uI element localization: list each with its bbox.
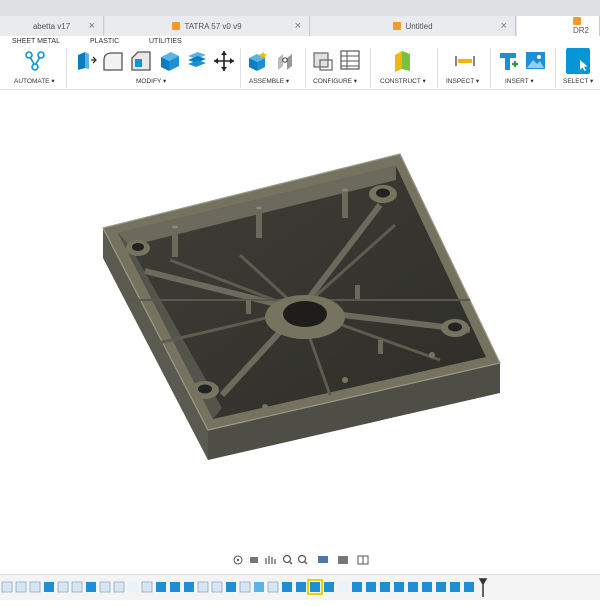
timeline-extrude-feature[interactable] [366, 582, 376, 592]
timeline-extrude-feature[interactable] [226, 582, 236, 592]
chamfer-icon[interactable] [130, 50, 152, 72]
timeline-extrude-feature[interactable] [436, 582, 446, 592]
tab-label: abetta v17 [32, 21, 71, 31]
timeline-sketch-feature[interactable] [99, 581, 111, 593]
timeline-extrude-feature[interactable] [86, 582, 96, 592]
automate-menu[interactable]: AUTOMATE ▾ [14, 77, 55, 85]
tab-label: TATRA 57 v0 v9 [184, 21, 242, 31]
automate-icon[interactable] [24, 50, 46, 72]
timeline-extrude-feature[interactable] [352, 582, 362, 592]
close-icon[interactable]: × [295, 20, 301, 32]
document-tab-3[interactable]: Untitled × [311, 16, 516, 36]
timeline-extrude-feature[interactable] [156, 582, 166, 592]
design-file-icon [172, 21, 181, 30]
timeline-extrude-feature[interactable] [394, 582, 404, 592]
timeline-extrude-feature[interactable] [184, 582, 194, 592]
move-icon[interactable] [213, 50, 235, 72]
tab-label: Untitled [405, 21, 433, 31]
timeline-extrude-feature[interactable] [310, 582, 320, 592]
subtab-utilities[interactable]: UTILITIES [149, 38, 182, 45]
timeline-sketch-feature[interactable] [15, 581, 27, 593]
subtab-sheet-metal[interactable]: SHEET METAL [12, 38, 60, 45]
viewports-icon[interactable] [357, 555, 369, 565]
zoom-icon[interactable] [282, 554, 293, 565]
timeline-sketch-feature[interactable] [71, 581, 83, 593]
look-at-icon[interactable] [250, 557, 258, 563]
zoom-window-icon[interactable] [297, 554, 308, 565]
close-icon[interactable]: × [89, 20, 95, 32]
timeline-sketch-feature[interactable] [113, 581, 125, 593]
construct-menu[interactable]: CONSTRUCT ▾ [380, 77, 426, 85]
timeline-extrude-feature[interactable] [170, 582, 180, 592]
select-menu[interactable]: SELECT ▾ [563, 77, 593, 85]
timeline-extrude-feature[interactable] [464, 582, 474, 592]
document-tab-bar: abetta v17 × TATRA 57 v0 v9 × Untitled ×… [0, 0, 600, 36]
press-pull-icon[interactable] [76, 51, 98, 71]
shell-icon[interactable] [158, 49, 180, 73]
timeline-sketch-feature[interactable] [57, 581, 69, 593]
timeline-extrude-feature[interactable] [450, 582, 460, 592]
timeline-extrude-feature[interactable] [380, 582, 390, 592]
timeline-extrude-feature[interactable] [408, 582, 418, 592]
pan-hand-icon[interactable] [265, 556, 276, 564]
timeline-move-feature[interactable] [338, 582, 348, 592]
orbit-icon[interactable] [233, 555, 243, 565]
timeline-sketch-feature[interactable] [267, 581, 279, 593]
fillet-icon[interactable] [102, 50, 124, 72]
offset-plane-icon[interactable] [392, 49, 414, 73]
canvas-viewport[interactable] [0, 91, 600, 571]
cursor-arrow-icon [580, 60, 588, 71]
tab-label: DR2 [573, 26, 590, 35]
timeline-sketch-feature[interactable] [1, 581, 13, 593]
insert-menu[interactable]: INSERT ▾ [505, 77, 534, 85]
timeline-sketch-feature[interactable] [211, 581, 223, 593]
timeline-extrude-feature[interactable] [282, 582, 292, 592]
timeline-extrude-feature[interactable] [44, 582, 54, 592]
document-tab-4[interactable]: DR2 [517, 16, 600, 36]
document-tab-2[interactable]: TATRA 57 v0 v9 × [105, 16, 310, 36]
configure-menu[interactable]: CONFIGURE ▾ [313, 77, 357, 85]
assemble-menu[interactable]: ASSEMBLE ▾ [249, 77, 289, 85]
inspect-menu[interactable]: INSPECT ▾ [446, 77, 479, 85]
timeline-sketch-feature[interactable] [29, 581, 41, 593]
select-tool-button[interactable] [566, 48, 590, 74]
ribbon-toolbar: SHEET METAL PLASTIC UTILITIES AUTOMATE ▾… [0, 36, 600, 90]
display-settings-icon[interactable] [318, 556, 328, 563]
timeline-extrude-feature[interactable] [324, 582, 334, 592]
grid-snaps-icon[interactable] [338, 556, 348, 564]
combine-icon[interactable] [186, 50, 208, 72]
joint-icon[interactable] [275, 50, 297, 72]
navigation-bar [230, 553, 390, 567]
square-ribbed-mount-model[interactable] [0, 91, 600, 571]
document-tab-1[interactable]: abetta v17 × [0, 16, 104, 36]
close-icon[interactable]: × [501, 20, 507, 32]
timeline-sketch-feature[interactable] [239, 581, 251, 593]
timeline-extrude-feature[interactable] [296, 582, 306, 592]
design-timeline[interactable] [0, 574, 600, 600]
timeline-marker-icon[interactable] [478, 578, 488, 597]
subtab-plastic[interactable]: PLASTIC [90, 38, 119, 45]
timeline-image-feature[interactable] [254, 582, 264, 592]
timeline-move-feature[interactable] [128, 582, 138, 592]
timeline-extrude-feature[interactable] [422, 582, 432, 592]
new-component-icon[interactable] [247, 50, 269, 72]
design-file-icon [573, 17, 581, 25]
configuration-table-icon[interactable] [339, 49, 363, 73]
design-file-icon [393, 21, 402, 30]
measure-icon[interactable] [454, 54, 476, 68]
configure-icon[interactable] [312, 50, 334, 72]
insert-image-icon[interactable] [525, 50, 547, 72]
insert-derive-icon[interactable] [498, 50, 520, 72]
timeline-sketch-feature[interactable] [141, 581, 153, 593]
modify-menu[interactable]: MODIFY ▾ [136, 77, 166, 85]
timeline-sketch-feature[interactable] [197, 581, 209, 593]
